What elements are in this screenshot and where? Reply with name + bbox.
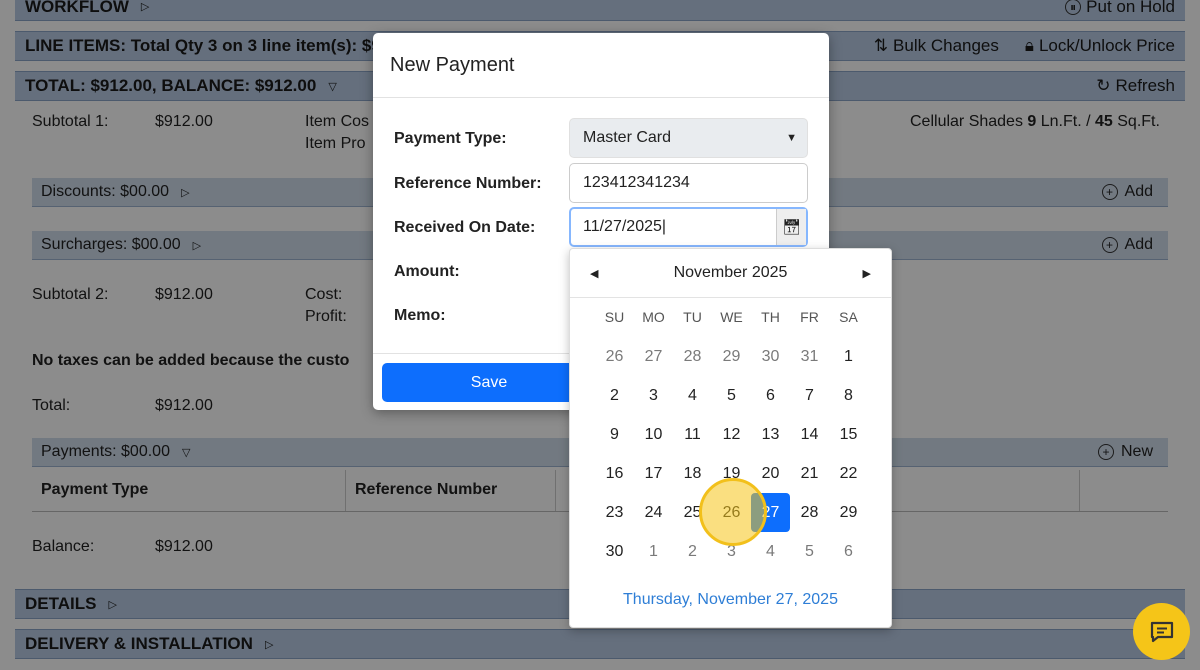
calendar-day[interactable]: 15 [829,415,868,454]
calendar-day[interactable]: 26 [712,493,751,532]
received-on-date-input[interactable]: 11/27/2025| 📅︎ [569,207,808,247]
calendar-day[interactable]: 5 [790,532,829,571]
calendar-day[interactable]: 2 [673,532,712,571]
reference-number-input[interactable]: 123412341234 [569,163,808,203]
calendar-week: 9 10 11 12 13 14 15 [595,415,868,454]
calendar-day[interactable]: 17 [634,454,673,493]
calendar-day[interactable]: 9 [595,415,634,454]
calendar-day[interactable]: 29 [829,493,868,532]
reference-number-value: 123412341234 [583,174,690,191]
calendar-week: 23 24 25 26 27 28 29 [595,493,868,532]
calendar-week: 2345678 [595,376,868,415]
weekday-label: TH [761,309,780,325]
calendar-day[interactable]: 30 [595,532,634,571]
calendar-day[interactable]: 1 [829,337,868,376]
text-cursor: | [661,218,667,235]
caret-down-icon: ▼ [786,132,797,144]
calendar-day[interactable]: 14 [790,415,829,454]
amount-label: Amount: [394,263,460,280]
calendar-day[interactable]: 28 [790,493,829,532]
calendar-day[interactable]: 31 [790,337,829,376]
weekday-header: SU MO TU WE TH FR SA [595,309,868,325]
date-picker-header: ◀ November 2025 ▶ [570,249,891,298]
weekday-label: MO [642,309,665,325]
calendar-day[interactable]: 2 [595,376,634,415]
calendar-day[interactable]: 26 [595,337,634,376]
calendar-week: 30 1 2 3 4 5 6 [595,532,868,571]
modal-title: New Payment [373,33,829,98]
payment-type-select[interactable]: Master Card ▼ [569,118,808,158]
calendar-day[interactable]: 20 [751,454,790,493]
calendar-day[interactable]: 29 [712,337,751,376]
calendar-day[interactable]: 3 [634,376,673,415]
calendar-day[interactable]: 8 [829,376,868,415]
save-button[interactable]: Save [382,363,596,402]
calendar-day[interactable]: 3 [712,532,751,571]
calendar-day[interactable]: 13 [751,415,790,454]
weekday-label: TU [683,309,702,325]
calendar-day[interactable]: 23 [595,493,634,532]
calendar-day[interactable]: 16 [595,454,634,493]
calendar-day-selected[interactable]: 27 [751,493,790,532]
calendar-day[interactable]: 7 [790,376,829,415]
calendar-day[interactable]: 4 [673,376,712,415]
calendar-day[interactable]: 27 [634,337,673,376]
calendar-day[interactable]: 30 [751,337,790,376]
calendar-day[interactable]: 21 [790,454,829,493]
weekday-label: SA [839,309,858,325]
calendar-day[interactable]: 10 [634,415,673,454]
calendar-day[interactable]: 28 [673,337,712,376]
prev-month-icon[interactable]: ◀ [590,267,598,280]
calendar-icon[interactable]: 📅︎ [776,209,806,245]
payment-type-value: Master Card [583,129,672,146]
calendar-day[interactable]: 6 [751,376,790,415]
calendar-day[interactable]: 6 [829,532,868,571]
received-on-date-value: 11/27/2025 [583,218,662,235]
calendar-day[interactable]: 5 [712,376,751,415]
date-picker: ◀ November 2025 ▶ SU MO TU WE TH FR SA 26 27 28 2… [569,248,892,628]
received-on-date-label: Received On Date: [394,219,536,236]
chat-button[interactable] [1133,603,1190,660]
calendar-day[interactable]: 4 [751,532,790,571]
calendar-day[interactable]: 1 [634,532,673,571]
payment-type-label: Payment Type: [394,130,507,147]
weekday-label: WE [720,309,743,325]
day-grid: 26 27 28 29 30 31 1 2 3 4 5 6 7 8 9 10 11 12 13 14 15 16 17 18 1… [595,337,868,571]
next-month-icon[interactable]: ▶ [863,267,871,280]
weekday-label: FR [800,309,819,325]
calendar-week: 26 27 28 29 30 31 1 [595,337,868,376]
memo-label: Memo: [394,307,446,324]
weekday-label: SU [604,309,625,325]
calendar-day[interactable]: 19 [712,454,751,493]
calendar-day[interactable]: 25 [673,493,712,532]
selected-date-label: Thursday, November 27, 2025 [623,591,838,608]
calendar-week: 16 17 18 19 20 21 22 [595,454,868,493]
calendar-day[interactable]: 18 [673,454,712,493]
calendar-day[interactable]: 12 [712,415,751,454]
calendar-day[interactable]: 24 [634,493,673,532]
month-label: November 2025 [673,264,788,281]
calendar-day[interactable]: 22 [829,454,868,493]
chat-icon [1150,621,1173,642]
reference-number-label: Reference Number: [394,175,542,192]
calendar-day[interactable]: 11 [673,415,712,454]
